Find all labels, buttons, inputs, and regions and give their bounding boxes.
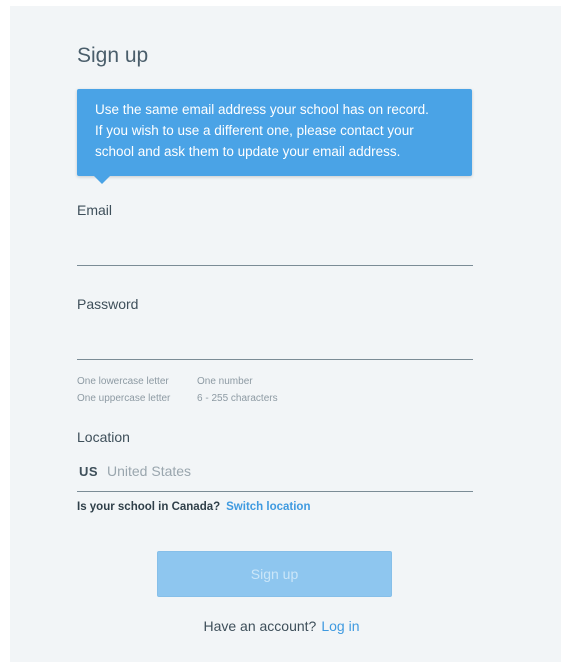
email-notice-tooltip: Use the same email address your school h… [77,89,472,176]
login-prompt: Have an account? [203,618,317,634]
notice-line: If you wish to use a different one, plea… [95,123,414,138]
login-row: Have an account? Log in [0,618,563,634]
login-link[interactable]: Log in [321,618,359,634]
email-field[interactable] [77,235,473,266]
password-field[interactable] [77,329,473,360]
password-requirement: One uppercase letter [77,393,171,404]
location-select[interactable]: US United States [77,455,473,492]
tooltip-arrow [93,175,111,184]
location-label: Location [77,429,130,445]
canada-prompt: Is your school in Canada? [77,501,221,513]
password-requirement: 6 - 255 characters [197,393,278,404]
notice-line: school and ask them to update your email… [95,144,401,159]
signup-button[interactable]: Sign up [157,551,392,597]
password-requirement: One number [197,376,253,387]
country-code: US [79,464,99,479]
page-title: Sign up [77,44,149,67]
switch-location-link[interactable]: Switch location [226,501,310,513]
country-name: United States [107,463,192,479]
email-label: Email [77,202,113,218]
canada-prompt-row: Is your school in Canada? Switch location [77,501,310,513]
notice-line: Use the same email address your school h… [95,102,429,117]
password-requirement: One lowercase letter [77,376,169,387]
password-label: Password [77,296,139,312]
